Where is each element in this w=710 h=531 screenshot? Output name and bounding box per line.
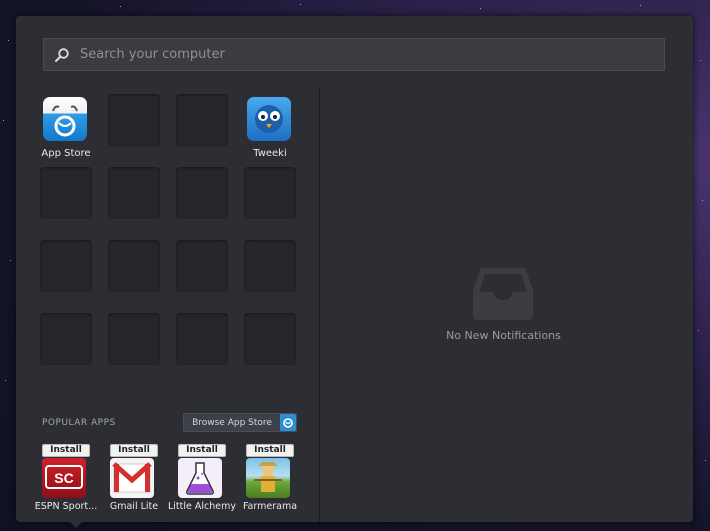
little-alchemy-icon[interactable] bbox=[178, 458, 222, 498]
popular-apps-heading: POPULAR APPS bbox=[42, 418, 116, 428]
empty-app-slot[interactable] bbox=[40, 240, 92, 292]
install-button[interactable]: Install bbox=[42, 444, 90, 457]
install-button[interactable]: Install bbox=[178, 444, 226, 457]
empty-app-slot[interactable] bbox=[40, 313, 92, 365]
empty-app-slot[interactable] bbox=[176, 167, 228, 219]
empty-app-slot[interactable] bbox=[244, 167, 296, 219]
app-label: Tweeki bbox=[253, 148, 287, 159]
empty-app-slot[interactable] bbox=[108, 94, 160, 146]
app-tile-tweeki[interactable]: Tweeki bbox=[244, 94, 296, 159]
popular-app-little-alchemy: Install Little Alchemy bbox=[168, 443, 236, 513]
popular-app-label: ESPN Sport... bbox=[34, 501, 98, 512]
browse-app-store-button[interactable]: Browse App Store bbox=[183, 413, 297, 432]
popular-app-farmerama: Install Farmerama bbox=[240, 443, 300, 513]
svg-text:SC: SC bbox=[54, 470, 73, 486]
install-button[interactable]: Install bbox=[110, 444, 158, 457]
empty-app-slot[interactable] bbox=[176, 240, 228, 292]
popular-app-label: Gmail Lite bbox=[109, 501, 159, 512]
app-label: App Store bbox=[41, 148, 91, 159]
espn-sportscenter-icon[interactable]: SC bbox=[42, 458, 86, 498]
inbox-tray-icon bbox=[473, 268, 533, 320]
empty-app-slot[interactable] bbox=[108, 167, 160, 219]
empty-app-slot[interactable] bbox=[108, 240, 160, 292]
search-bar[interactable] bbox=[43, 38, 665, 71]
popular-app-gmail: Install Gmail Lite bbox=[104, 443, 164, 513]
popular-app-label: Farmerama bbox=[242, 501, 298, 512]
panel-pointer-caret bbox=[70, 522, 82, 528]
app-tile-app-store[interactable]: App Store bbox=[40, 94, 92, 159]
panel-divider bbox=[319, 88, 320, 522]
gmail-icon[interactable] bbox=[110, 458, 154, 498]
popular-app-espn: Install SC ESPN Sport... bbox=[35, 443, 97, 513]
empty-app-slot[interactable] bbox=[244, 240, 296, 292]
empty-app-slot[interactable] bbox=[176, 313, 228, 365]
empty-app-slot[interactable] bbox=[108, 313, 160, 365]
launcher-panel: App Store Tweeki bbox=[16, 16, 693, 522]
install-button[interactable]: Install bbox=[246, 444, 294, 457]
tweeki-icon bbox=[247, 97, 291, 141]
farmerama-icon[interactable] bbox=[246, 458, 290, 498]
empty-app-slot[interactable] bbox=[176, 94, 228, 146]
search-input[interactable] bbox=[80, 39, 664, 70]
no-notifications-text: No New Notifications bbox=[446, 329, 561, 342]
empty-app-slot[interactable] bbox=[244, 313, 296, 365]
search-icon bbox=[44, 39, 80, 70]
popular-app-label: Little Alchemy bbox=[168, 501, 236, 512]
app-store-icon bbox=[43, 97, 87, 141]
empty-app-slot[interactable] bbox=[40, 167, 92, 219]
app-store-icon bbox=[280, 414, 296, 431]
browse-app-store-label: Browse App Store bbox=[192, 417, 272, 428]
